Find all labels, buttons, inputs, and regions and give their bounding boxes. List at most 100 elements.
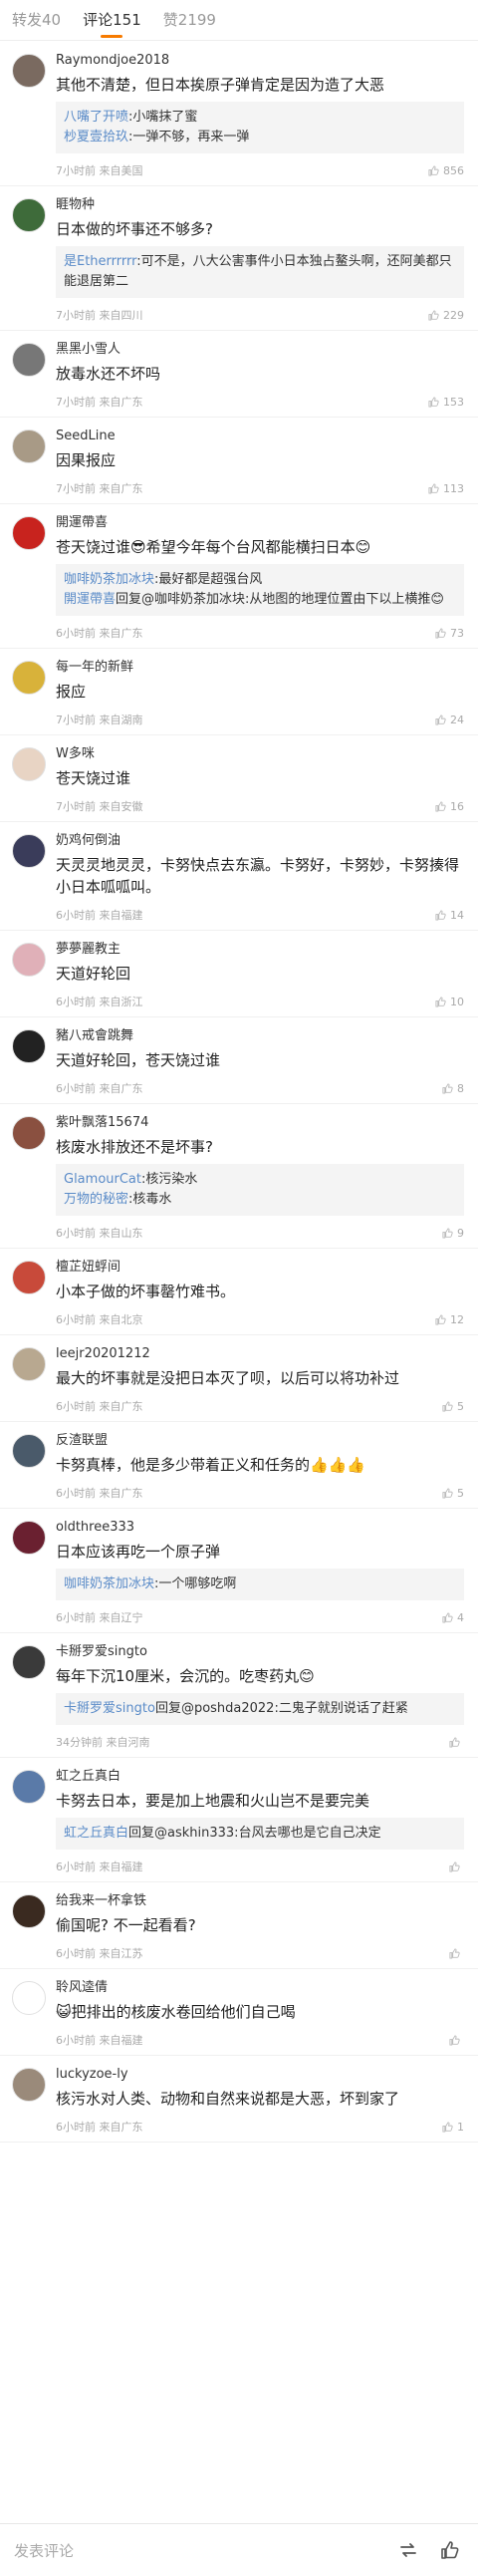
comment-text: 天道好轮回，苍天饶过谁 [56,1051,221,1069]
comment-username[interactable]: W多咪 [56,745,464,763]
avatar[interactable] [12,343,46,377]
like-button[interactable]: 4 [442,1611,464,1624]
reply-text: 回复@poshda2022:二鬼子就别说话了赶紧 [154,1701,408,1716]
comment-text: 最大的坏事就是没把日本灭了呗，以后可以将功补过 [56,1369,400,1387]
like-button[interactable] [449,1947,464,1959]
avatar[interactable] [12,54,46,88]
like-button[interactable]: 12 [435,1313,464,1326]
comment-username[interactable]: 给我来一杯拿铁 [56,1892,464,1910]
comment-username[interactable]: 奶鸡何倒油 [56,832,464,850]
reply-box[interactable]: 卡掰罗爱singto回复@poshda2022:二鬼子就别说话了赶紧 [56,1693,464,1725]
comment-meta: 6小时前 来自浙江 [56,996,143,1008]
like-button[interactable]: 24 [435,714,464,726]
reply-line: 開運帶喜回复@咖啡奶茶加冰块:从地图的地理位置由下以上横推😊 [64,590,456,610]
repost-icon[interactable] [394,2536,422,2564]
comment-username[interactable]: oldthree333 [56,1519,464,1537]
comment-username[interactable]: 每一年的新鲜 [56,659,464,677]
tab-comments[interactable]: 评论151 [83,0,141,40]
comment-item: 虹之丘真白 卡努去日本，要是加上地震和火山岂不是要完美 虹之丘真白回复@askhin… [0,1758,478,1882]
comment-username[interactable]: 聆风逵倩 [56,1979,464,1997]
comment-text: 😺把排出的核废水卷回给他们自己喝 [56,2003,296,2021]
reply-user[interactable]: 咖啡奶茶加冰块 [64,572,154,587]
like-button[interactable]: 8 [442,1082,464,1095]
comment-username[interactable]: 夢夢麗教主 [56,941,464,959]
tab-reposts[interactable]: 转发40 [12,0,61,40]
like-button[interactable]: 73 [435,627,464,640]
reply-user[interactable]: 万物的秘密 [64,1192,128,1207]
avatar[interactable] [12,661,46,695]
comment-username[interactable]: leejr20201212 [56,1345,464,1363]
thumb-up-icon [428,396,439,408]
reply-box[interactable]: 咖啡奶茶加冰块:一个哪够吃啊 [56,1569,464,1600]
like-icon[interactable] [436,2536,464,2564]
reply-box[interactable]: 八嘴了开喷:小嘴抹了蜜 杪夏壹拾玖:一弹不够，再来一弹 [56,102,464,153]
comment-username[interactable]: SeedLine [56,428,464,445]
thumb-up-icon [442,1227,453,1239]
avatar[interactable] [12,1521,46,1555]
reply-user[interactable]: 杪夏壹拾玖 [64,130,128,144]
like-button[interactable]: 113 [428,482,464,495]
avatar[interactable] [12,516,46,550]
avatar[interactable] [12,2068,46,2102]
comment-username[interactable]: 卡掰罗爱singto [56,1643,464,1661]
comment-username[interactable]: 檀芷妞蜉间 [56,1259,464,1277]
reply-user[interactable]: 開運帶喜 [64,592,116,607]
avatar[interactable] [12,429,46,463]
comment-meta: 6小时前 来自北京 [56,1313,143,1326]
reply-box[interactable]: GlamourCat:核污染水 万物的秘密:核毒水 [56,1164,464,1216]
like-button[interactable] [449,1860,464,1872]
comment-text: 天灵灵地灵灵，卡努快点去东瀛。卡努好，卡努妙，卡努揍得小日本呱呱叫。 [56,856,460,896]
avatar[interactable] [12,834,46,868]
tab-likes[interactable]: 赞2199 [163,0,216,40]
like-button[interactable]: 153 [428,396,464,409]
comment-username[interactable]: 豬八戒會跳舞 [56,1027,464,1045]
like-button[interactable]: 229 [428,309,464,322]
like-button[interactable]: 5 [442,1487,464,1500]
like-button[interactable]: 16 [435,800,464,813]
comment-username[interactable]: 開運帶喜 [56,514,464,532]
avatar[interactable] [12,1894,46,1928]
avatar[interactable] [12,943,46,977]
like-button[interactable]: 1 [442,2121,464,2134]
reply-user[interactable]: 是Etherrrrrr [64,254,136,269]
comment-item: Raymondjoe2018 其他不清楚，但日本挨原子弹肯定是因为造了大恶 八嘴了开… [0,42,478,186]
like-count: 8 [457,1081,464,1095]
avatar[interactable] [12,1770,46,1804]
comment-username[interactable]: 紫叶飘落15674 [56,1114,464,1132]
reply-user[interactable]: 虹之丘真白 [64,1826,128,1841]
reply-box[interactable]: 是Etherrrrrr:可不是，八大公害事件小日本独占鳌头啊，还阿美都只能退居第… [56,246,464,298]
comment-username[interactable]: Raymondjoe2018 [56,52,464,70]
thumb-up-icon [442,1487,453,1499]
comment-username[interactable]: 反渣联盟 [56,1432,464,1450]
reply-user[interactable]: GlamourCat [64,1172,141,1187]
comment-text: 放毒水还不坏吗 [56,365,161,383]
reply-box[interactable]: 虹之丘真白回复@askhin333:台风去哪也是它自己决定 [56,1818,464,1850]
reply-line: 八嘴了开喷:小嘴抹了蜜 [64,108,456,128]
comment-input[interactable]: 发表评论 [14,2540,394,2561]
reply-user[interactable]: 卡掰罗爱singto [64,1701,155,1716]
like-button[interactable] [449,1736,464,1748]
reply-user[interactable]: 八嘴了开喷 [64,110,128,125]
avatar[interactable] [12,747,46,781]
like-button[interactable]: 14 [435,909,464,922]
reply-text: :最好都是超强台风 [154,572,263,587]
like-button[interactable]: 5 [442,1400,464,1413]
avatar[interactable] [12,1981,46,2015]
comment-username[interactable]: 黑黑小雪人 [56,341,464,359]
avatar[interactable] [12,1434,46,1468]
comment-username[interactable]: luckyzoe-ly [56,2066,464,2084]
reply-user[interactable]: 咖啡奶茶加冰块 [64,1576,154,1591]
like-button[interactable] [449,2034,464,2046]
avatar[interactable] [12,1029,46,1063]
avatar[interactable] [12,1347,46,1381]
avatar[interactable] [12,1645,46,1679]
like-button[interactable]: 856 [428,164,464,177]
comment-username[interactable]: 睚物种 [56,196,464,214]
avatar[interactable] [12,1261,46,1294]
avatar[interactable] [12,198,46,232]
comment-username[interactable]: 虹之丘真白 [56,1768,464,1786]
like-button[interactable]: 10 [435,996,464,1008]
reply-box[interactable]: 咖啡奶茶加冰块:最好都是超强台风開運帶喜回复@咖啡奶茶加冰块:从地图的地理位置由… [56,564,464,616]
like-button[interactable]: 9 [442,1227,464,1240]
avatar[interactable] [12,1116,46,1150]
